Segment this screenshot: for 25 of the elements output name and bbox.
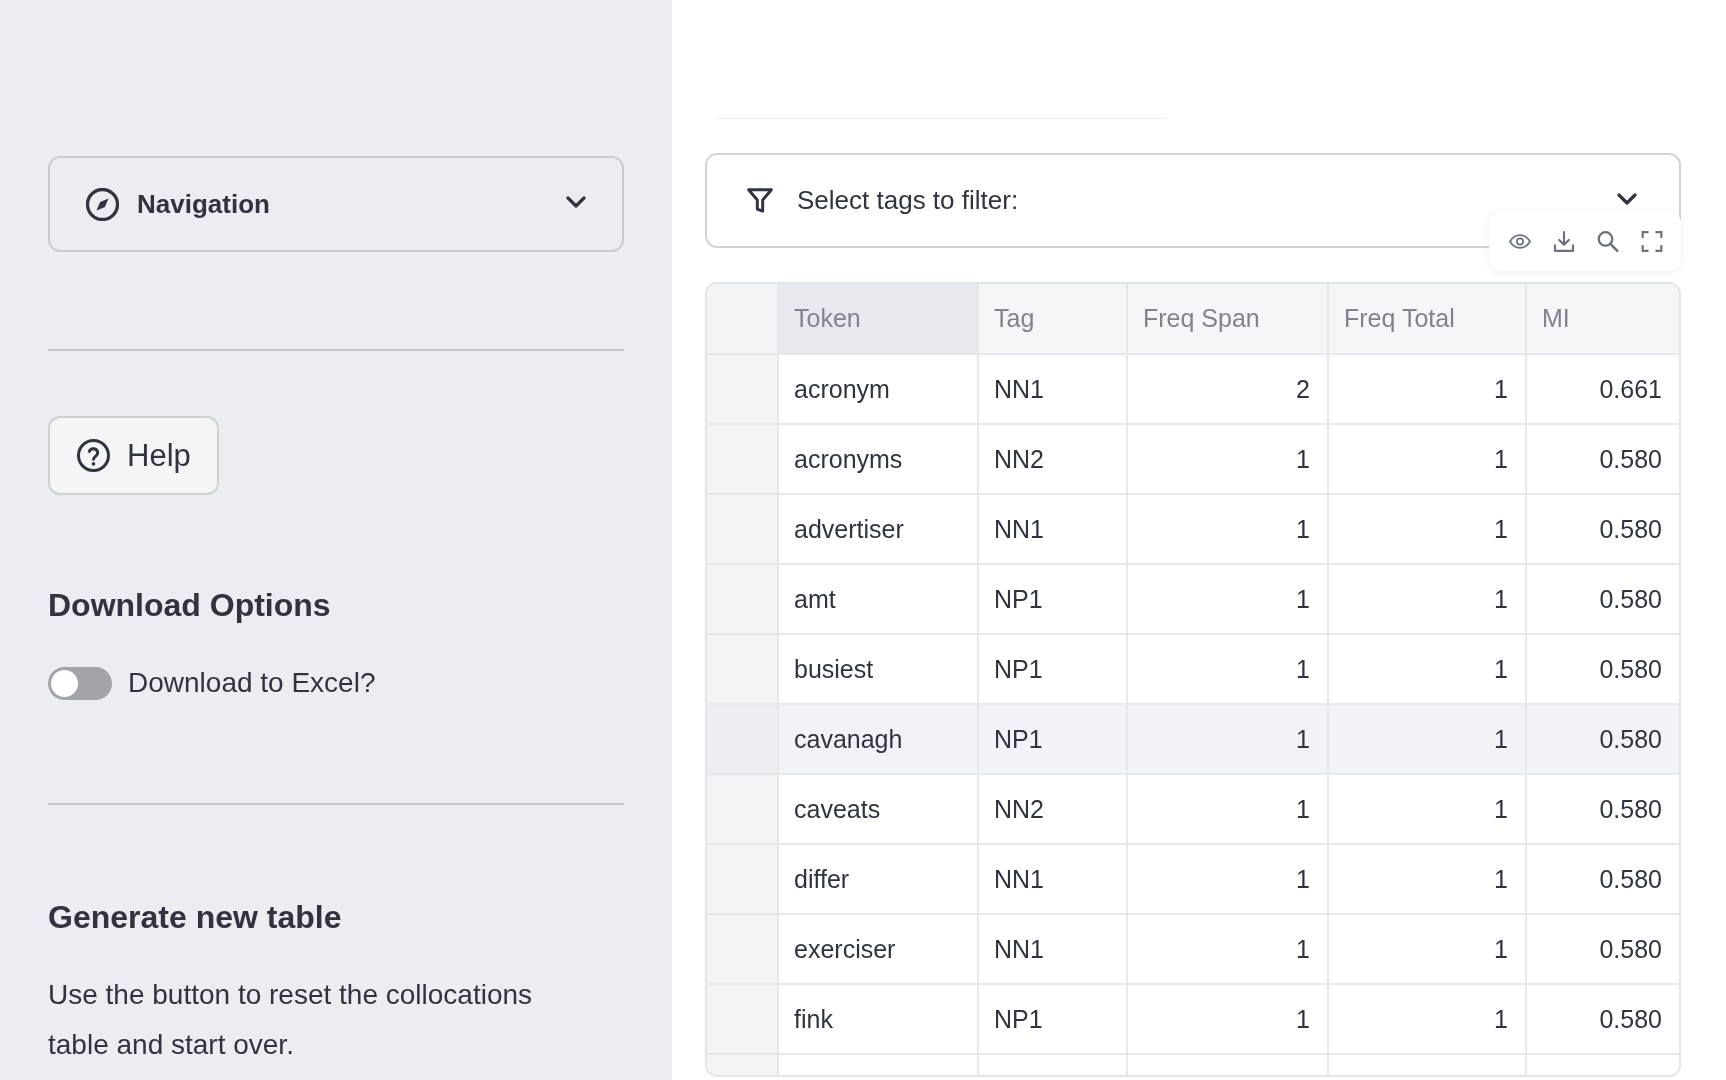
toggle-label: Download to Excel? — [128, 667, 376, 699]
row-index-cell[interactable] — [707, 915, 779, 985]
download-icon[interactable] — [1553, 230, 1575, 252]
row-index-cell[interactable] — [707, 705, 779, 775]
section-heading: Download Options — [48, 586, 331, 625]
row-index-cell[interactable] — [707, 635, 779, 705]
description-text: Use the button to reset the collocations table and start over. — [48, 978, 534, 1062]
compass-icon — [86, 187, 119, 221]
filter-expander[interactable]: Select tags to filter: — [705, 153, 1681, 248]
row-index-cell[interactable] — [707, 425, 779, 495]
toggle-switch[interactable] — [48, 666, 112, 700]
row-index-cell[interactable] — [707, 565, 779, 635]
row-index-cell[interactable] — [707, 355, 779, 425]
fullscreen-icon[interactable] — [1641, 230, 1663, 252]
row-index-cell[interactable] — [707, 495, 779, 565]
row-index-cell[interactable] — [707, 845, 779, 915]
help-button[interactable]: Help — [48, 416, 219, 495]
row-index-cell[interactable] — [707, 775, 779, 845]
help-icon — [77, 439, 110, 472]
search-icon[interactable] — [1597, 230, 1619, 252]
section-heading: Generate new table — [48, 898, 342, 937]
row-index-cell[interactable] — [707, 985, 779, 1055]
column-header[interactable]: Token — [779, 284, 979, 355]
navigation-expander[interactable]: Navigation — [48, 156, 624, 252]
filter-icon — [747, 188, 773, 213]
